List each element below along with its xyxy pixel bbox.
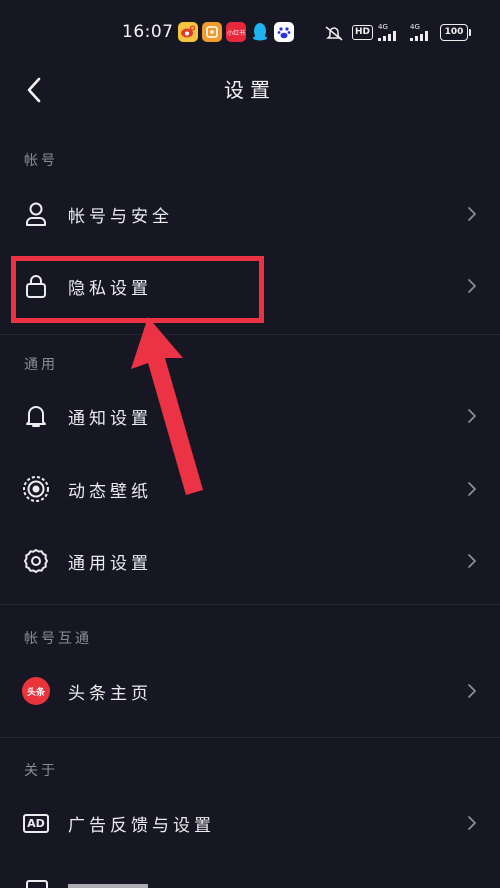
row-label: 通知设置	[68, 409, 152, 429]
section-divider	[0, 334, 500, 335]
annotation-arrow	[131, 317, 203, 495]
signal-4g-icon: 4G	[378, 24, 404, 41]
row-label: 帐号与安全	[68, 207, 173, 227]
chevron-right-icon	[468, 207, 476, 221]
settings-row-ad-feedback[interactable]: AD 广告反馈与设置	[0, 795, 500, 851]
weibo-icon	[178, 22, 198, 42]
chevron-right-icon	[468, 409, 476, 423]
battery-indicator: 100	[440, 24, 471, 41]
annotation-highlight-box	[11, 256, 264, 323]
xiaohongshu-icon: 小红书	[226, 22, 246, 42]
settings-row-toutiao-homepage[interactable]: 头条 头条主页	[0, 663, 500, 719]
section-label-linked-accounts: 帐号互通	[24, 631, 92, 647]
chevron-right-icon	[468, 279, 476, 293]
settings-row-general[interactable]: 通用设置	[0, 533, 500, 589]
row-label: 头条主页	[68, 684, 152, 704]
live-wallpaper-icon	[22, 475, 50, 503]
chevron-right-icon	[468, 816, 476, 830]
settings-row-notifications[interactable]: 通知设置	[0, 388, 500, 444]
qq-icon	[250, 22, 270, 42]
partial-row-icon	[26, 880, 48, 888]
row-label: 广告反馈与设置	[68, 816, 215, 836]
settings-row-live-wallpaper[interactable]: 动态壁纸	[0, 461, 500, 517]
chevron-right-icon	[468, 482, 476, 496]
section-label-general: 通用	[24, 357, 58, 373]
ad-icon: AD	[22, 809, 50, 837]
partial-row-label-stub	[68, 884, 148, 888]
settings-row-account-security[interactable]: 帐号与安全	[0, 186, 500, 242]
section-label-account: 帐号	[24, 153, 58, 169]
toutiao-icon: 头条	[22, 677, 50, 705]
gear-icon	[22, 547, 50, 575]
chevron-right-icon	[468, 684, 476, 698]
row-label: 动态壁纸	[68, 482, 152, 502]
section-label-about: 关于	[24, 763, 58, 779]
user-icon	[22, 200, 50, 228]
section-divider	[0, 737, 500, 738]
row-label: 通用设置	[68, 554, 152, 574]
app-icon	[202, 22, 222, 42]
baidu-icon	[274, 22, 294, 42]
status-bar: 16:07 小红书 HD 4G 4G 100	[0, 0, 500, 66]
signal-4g-secondary-icon: 4G	[410, 24, 434, 41]
hd-badge: HD	[352, 25, 374, 40]
page-title: 设置	[224, 78, 276, 102]
bell-icon	[22, 402, 50, 430]
mute-icon	[324, 24, 346, 41]
section-divider	[0, 604, 500, 605]
chevron-right-icon	[468, 554, 476, 568]
status-time: 16:07	[122, 22, 174, 42]
settings-row-partial[interactable]	[0, 872, 500, 888]
